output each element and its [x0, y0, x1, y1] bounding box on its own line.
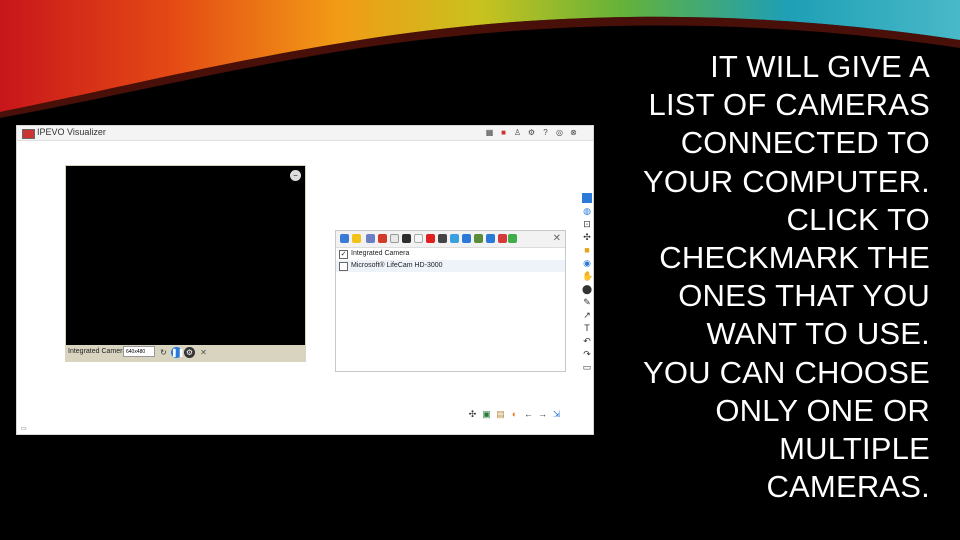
- instruction-text: IT WILL GIVE A LIST OF CAMERAS CONNECTED…: [642, 49, 930, 505]
- camera-list-toolbar: ✕: [336, 231, 565, 248]
- move-icon[interactable]: ✣: [467, 409, 478, 420]
- export-icon[interactable]: ⇲: [551, 409, 562, 420]
- settings-icon[interactable]: ⚙: [527, 128, 536, 137]
- app-titlebar: IPEVO Visualizer ▦ ■ ♙ ⚙ ? ◎ ⊗: [17, 126, 593, 141]
- book-icon[interactable]: ▤: [495, 409, 506, 420]
- freeze-icon[interactable]: ❚❚: [171, 347, 184, 358]
- help-icon-2[interactable]: ◎: [555, 128, 564, 137]
- video-icon[interactable]: [426, 234, 435, 243]
- camera-checkbox[interactable]: ✓: [339, 250, 348, 259]
- stamp-icon[interactable]: ◉: [582, 258, 592, 268]
- camera-panel: − Integrated Camera 640x480 ↻ ❚❚ ⚙ ✕: [65, 165, 306, 362]
- app-logo-icon: [22, 129, 35, 139]
- camera-checkbox[interactable]: [339, 262, 348, 271]
- microscope-icon[interactable]: [402, 234, 411, 243]
- folder-icon[interactable]: ■: [582, 245, 592, 255]
- camera-close-icon[interactable]: −: [290, 170, 301, 181]
- clipboard-icon[interactable]: [438, 234, 447, 243]
- open-icon[interactable]: [340, 234, 349, 243]
- eraser-icon[interactable]: ✎: [582, 297, 592, 307]
- redo-icon[interactable]: ↷: [582, 349, 592, 359]
- chart-icon[interactable]: [366, 234, 375, 243]
- resolution-select[interactable]: 640x480: [123, 346, 155, 357]
- camera-settings-icon[interactable]: ⚙: [184, 347, 195, 358]
- note-icon[interactable]: [352, 234, 361, 243]
- pen-icon[interactable]: [378, 234, 387, 243]
- camera-row[interactable]: Microsoft® LifeCam HD-3000: [336, 260, 565, 272]
- camera-icon[interactable]: ■: [499, 128, 508, 137]
- page-icon[interactable]: ▭: [582, 362, 592, 372]
- pen-icon[interactable]: ⬤: [582, 284, 592, 294]
- app-screenshot: IPEVO Visualizer ▦ ■ ♙ ⚙ ? ◎ ⊗ − Integra…: [16, 125, 594, 435]
- move-icon[interactable]: ✣: [582, 232, 592, 242]
- status-corner-icon: ▭: [21, 426, 27, 432]
- camera-source-label: Integrated Camera: [68, 348, 127, 355]
- cloud-icon[interactable]: [462, 234, 471, 243]
- record-icon[interactable]: [498, 234, 507, 243]
- grid-icon[interactable]: ▦: [485, 128, 494, 137]
- app-name: IPEVO Visualizer: [37, 127, 106, 137]
- settings-icon[interactable]: ⊡: [582, 219, 592, 229]
- rotate-icon[interactable]: ↻: [158, 347, 169, 358]
- camera-view: −: [66, 166, 305, 345]
- globe-icon[interactable]: ◍: [582, 206, 592, 216]
- hand-icon[interactable]: ✋: [582, 271, 593, 281]
- music-icon[interactable]: [474, 234, 483, 243]
- person-icon[interactable]: ♙: [513, 128, 522, 137]
- camera-add-icon[interactable]: [486, 234, 495, 243]
- text-icon[interactable]: T: [582, 323, 592, 333]
- workspace-canvas: − Integrated Camera 640x480 ↻ ❚❚ ⚙ ✕ ✕ ✓…: [17, 141, 593, 434]
- camera-name: Integrated Camera: [351, 250, 410, 257]
- list-close-icon[interactable]: ✕: [553, 233, 561, 244]
- camera-remove-icon[interactable]: ✕: [198, 347, 209, 358]
- back-icon[interactable]: ←: [523, 409, 534, 420]
- doc-icon[interactable]: [414, 234, 423, 243]
- camera-name: Microsoft® LifeCam HD-3000: [351, 262, 443, 269]
- undo-icon[interactable]: ↶: [582, 336, 592, 346]
- chart-icon[interactable]: ◐: [509, 409, 520, 420]
- line-icon[interactable]: ↗: [582, 310, 592, 320]
- split-icon[interactable]: ▣: [481, 409, 492, 420]
- camera-row[interactable]: ✓ Integrated Camera: [336, 248, 565, 260]
- forward-icon[interactable]: →: [537, 409, 548, 420]
- close-icon[interactable]: ⊗: [569, 128, 578, 137]
- camera-list-panel: ✕ ✓ Integrated Camera Microsoft® LifeCam…: [335, 230, 566, 372]
- check-icon[interactable]: [508, 234, 517, 243]
- help-icon[interactable]: ?: [541, 128, 550, 137]
- image-icon[interactable]: [450, 234, 459, 243]
- blue-square-icon[interactable]: [582, 193, 592, 203]
- frame-icon[interactable]: [390, 234, 399, 243]
